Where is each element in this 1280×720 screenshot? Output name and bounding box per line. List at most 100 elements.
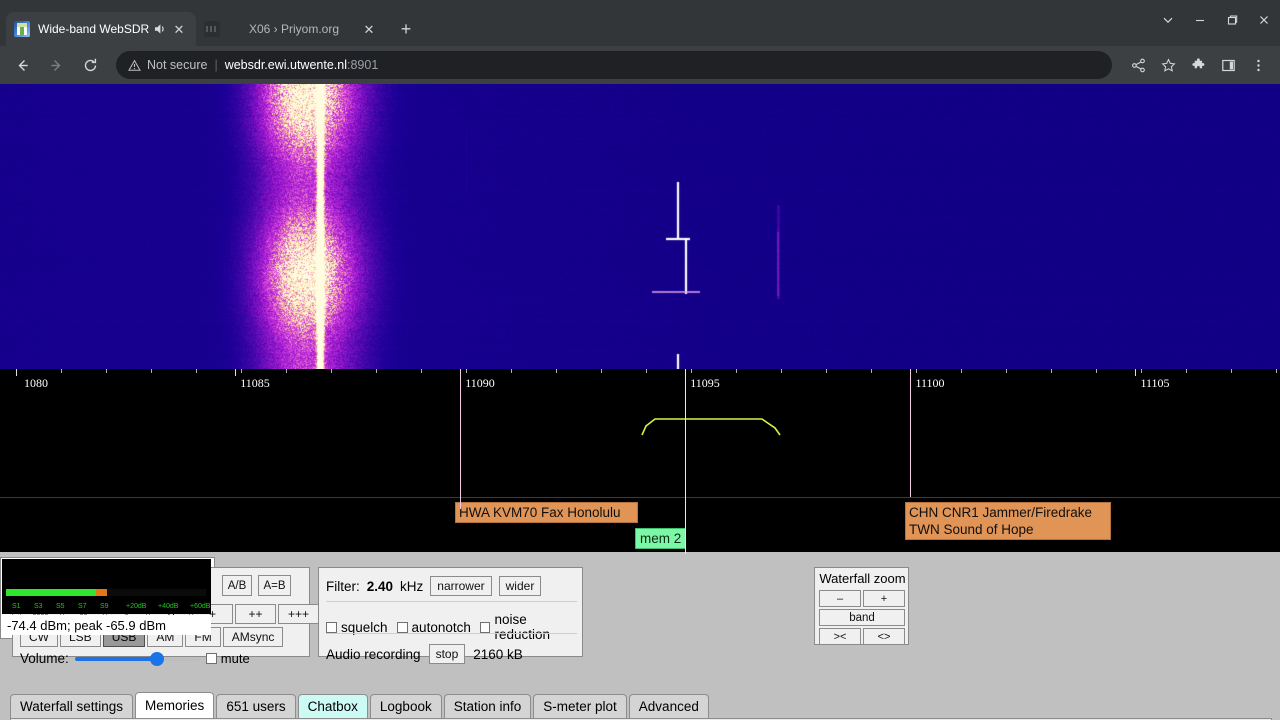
volume-label: Volume: [20,651,69,666]
station-label-1[interactable]: CHN CNR1 Jammer/Firedrake TWN Sound of Ho… [905,502,1111,540]
frequency-minor-tick [421,369,422,373]
waterfall-zoom-title: Waterfall zoom [819,571,906,586]
frequency-tick-label: 11095 [690,376,720,390]
waterfall-display[interactable] [0,84,1280,369]
s-meter-tick-40dB: +40dB [158,603,179,610]
frequency-minor-tick [106,369,107,373]
tab-audio-playing-icon[interactable] [152,21,168,37]
waterfall-canvas[interactable] [0,84,1280,369]
a-equals-b-button[interactable]: A=B [258,575,291,596]
frequency-minor-tick [781,369,782,373]
window-minimize-icon[interactable] [1184,0,1216,40]
passband-shape [641,418,781,436]
recording-size: 2160 kB [473,646,523,662]
station-label-line: CHN CNR1 Jammer/Firedrake [909,505,1093,520]
filter-value: 2.40 [366,578,394,594]
squelch-checkbox[interactable] [326,621,337,633]
frequency-minor-tick [691,369,692,373]
frequency-minor-tick [61,369,62,373]
frequency-minor-tick [961,369,962,373]
tab-logbook[interactable]: Logbook [369,694,442,718]
s-meter-tick-S1: S1 [12,603,21,610]
zoom-band-button[interactable]: band [819,609,905,626]
mute-control[interactable]: mute [205,651,250,666]
frequency-minor-tick [376,369,377,373]
tab-advanced[interactable]: Advanced [628,694,709,718]
waterfall-zoom-panel: Waterfall zoom – + band >< <> [814,567,909,645]
noise-reduction-checkbox[interactable] [479,621,491,633]
divider [326,633,577,634]
browser-chrome: Wide-band WebSDR in Ensch ✕ X06 › Priyom… [0,0,1280,84]
frequency-scale[interactable]: 1080 11085 11090 11095 11100 11105 [0,369,1280,404]
bookmark-star-icon[interactable] [1154,51,1182,79]
station-marker-line-hwa [460,369,461,509]
filter-unit: kHz [400,578,424,594]
filter-wider-button[interactable]: wider [498,576,542,596]
mute-checkbox[interactable] [205,653,217,664]
forward-arrow-icon [42,51,70,79]
divider [326,601,577,602]
tab-close-icon[interactable]: ✕ [170,20,188,38]
chrome-menu-icon[interactable] [1244,51,1272,79]
tab-waterfall-settings[interactable]: Waterfall settings [10,694,134,718]
websdr-tab-strip: Waterfall settings Memories 651 users Chatb… [0,692,1280,718]
ab-vfo-button[interactable]: A/B [222,575,252,596]
s-meter-tick-S5: S5 [56,603,65,610]
tab-s-meter-plot[interactable]: S-meter plot [533,694,627,718]
frequency-minor-tick [286,369,287,373]
omnibox-url-host: websdr.ewi.utwente.nl [224,58,347,72]
share-icon[interactable] [1124,51,1152,79]
address-bar[interactable]: Not secure | websdr.ewi.utwente.nl :8901 [116,51,1112,79]
reload-icon[interactable] [76,51,104,79]
zoom-in-button[interactable]: + [863,590,905,607]
omnibox-separator: | [214,58,218,72]
station-label-area[interactable]: HWA KVM70 Fax Honolulu CHN CNR1 Jammer/Fi… [0,497,1280,552]
s-meter-panel[interactable]: S1 S3 S5 S7 S9 +20dB +40dB +60dB -74.4 dBm; pea… [0,557,215,639]
mode-button-amsync[interactable]: AMsync [222,627,284,647]
frequency-minor-tick [1231,369,1232,373]
extensions-puzzle-icon[interactable] [1184,51,1212,79]
volume-slider-fill [74,656,157,661]
passband-display[interactable] [0,404,1280,497]
s-meter-tick-20dB: +20dB [126,603,147,610]
window-maximize-icon[interactable] [1216,0,1248,40]
not-secure-text: Not secure [147,58,208,72]
browser-tab-websdr[interactable]: Wide-band WebSDR in Ensch ✕ [6,12,196,46]
tab-chatbox[interactable]: Chatbox [297,694,368,718]
back-arrow-icon[interactable] [8,51,36,79]
s-meter-readout: -74.4 dBm; peak -65.9 dBm [2,615,211,635]
station-label-line: TWN Sound of Hope [909,522,1034,537]
station-label-0[interactable]: HWA KVM70 Fax Honolulu [455,502,638,523]
frequency-step-button-6[interactable]: +++ [278,604,319,624]
s-meter-tick-60dB: +60dB [190,603,211,610]
omnibox-url-port: :8901 [347,58,379,72]
filter-narrower-button[interactable]: narrower [430,576,492,596]
zoom-expand-button[interactable]: <> [863,628,905,645]
tab-station-info[interactable]: Station info [443,694,532,718]
frequency-tick-label: 11085 [240,376,270,390]
frequency-minor-tick [601,369,602,373]
noise-reduction-control[interactable]: noise reduction [479,612,582,642]
zoom-shrink-button[interactable]: >< [819,628,861,645]
side-panel-icon[interactable] [1214,51,1242,79]
window-close-icon[interactable] [1248,0,1280,40]
frequency-tick-label: 1080 [24,376,48,390]
frequency-minor-tick [1276,369,1277,373]
priyom-favicon-icon [204,21,220,37]
autonotch-checkbox[interactable] [396,621,408,633]
browser-tab-priyom[interactable]: X06 › Priyom.org ✕ [196,12,386,46]
tab-close-icon[interactable]: ✕ [360,20,378,38]
recording-stop-button[interactable]: stop [428,644,466,664]
volume-slider-thumb[interactable] [149,651,164,666]
zoom-out-button[interactable]: – [819,590,861,607]
memory-marker-label[interactable]: mem 2 [635,528,687,549]
frequency-minor-tick [646,369,647,373]
tab-651-users[interactable]: 651 users [216,694,296,718]
frequency-step-button-5[interactable]: ++ [235,604,276,624]
volume-slider[interactable] [74,651,200,666]
tab-memories[interactable]: Memories [135,692,215,718]
s-meter-tick-S9: S9 [100,603,109,610]
station-marker-line-chn [910,369,911,497]
tab-search-chevron-down-icon[interactable] [1152,0,1184,40]
new-tab-button[interactable]: + [392,15,420,43]
